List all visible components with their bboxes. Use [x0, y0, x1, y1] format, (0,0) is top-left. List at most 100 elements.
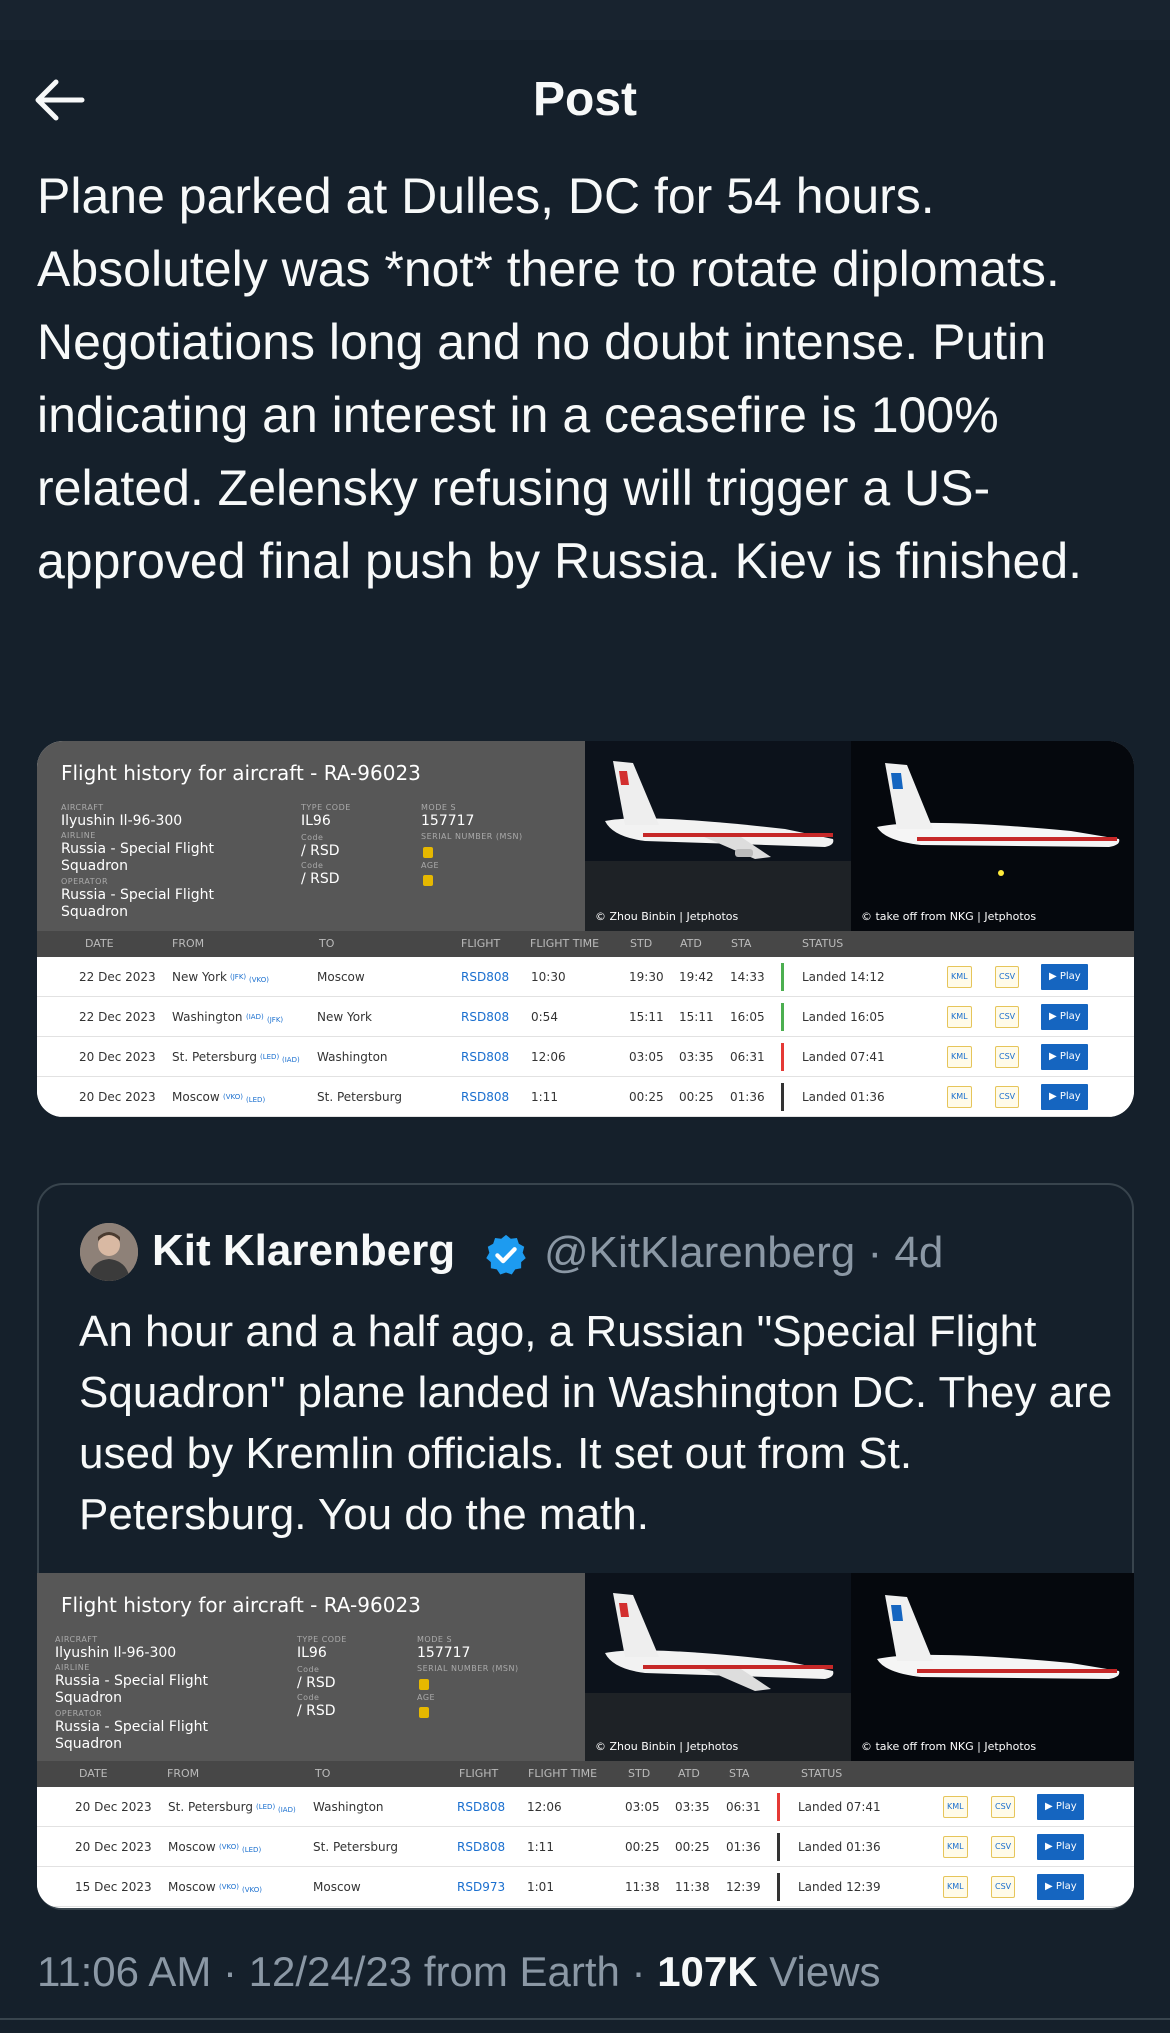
cell-flight[interactable]: RSD808 — [461, 1050, 509, 1064]
play-button[interactable]: ▶ Play — [1037, 1794, 1084, 1820]
cell-from-code: (JFK) — [230, 973, 247, 981]
quoted-image-flight-history[interactable]: Flight history for aircraft - RA-96023 A… — [37, 1573, 1134, 1908]
col-flight-time: FLIGHT TIME — [530, 937, 600, 950]
timestamp[interactable]: 11:06 AM · 12/24/23 from Earth · — [37, 1948, 657, 1995]
operator-value: Russia - Special Flight Squadron — [61, 887, 214, 920]
cell-to: St. Petersburg — [313, 1840, 398, 1854]
top-bar: Post — [0, 50, 1170, 150]
cell-from-code: (LED) — [256, 1803, 276, 1811]
col-from: FROM — [172, 937, 205, 950]
aircraft-photo-2: © take off from NKG | Jetphotos — [851, 1573, 1134, 1761]
table-row[interactable]: 22 Dec 2023 New York (JFK) Moscow (VKO) RSD80… — [37, 957, 1134, 997]
type-code-value: IL96 — [297, 1645, 327, 1661]
kml-button[interactable]: KML — [943, 1796, 968, 1818]
cell-to-code: (IAD) — [278, 1806, 296, 1814]
table-row[interactable]: 15 Dec 2023 Moscow (VKO) Moscow (VKO) RSD973 1… — [37, 1867, 1134, 1907]
photo-caption: © Zhou Binbin | Jetphotos — [595, 910, 739, 923]
cell-std: 00:25 — [629, 1090, 664, 1104]
col-std: STD — [628, 1767, 651, 1780]
cell-atd: 00:25 — [675, 1840, 710, 1854]
cell-status: Landed 01:36 — [798, 1840, 881, 1854]
csv-button[interactable]: CSV — [991, 1876, 1016, 1898]
kml-button[interactable]: KML — [943, 1876, 968, 1898]
aircraft-info-panel: Flight history for aircraft - RA-96023 A… — [37, 1573, 585, 1761]
play-button[interactable]: ▶ Play — [1037, 1874, 1084, 1900]
aircraft-value: Ilyushin Il-96-300 — [55, 1645, 177, 1661]
play-button[interactable]: ▶ Play — [1041, 1084, 1088, 1110]
aircraft-label: AIRCRAFT — [61, 803, 104, 812]
col-flight: FLIGHT — [461, 937, 501, 950]
cell-from: Moscow — [168, 1880, 216, 1894]
operator-label: OPERATOR — [61, 877, 109, 886]
lock-icon — [419, 1679, 429, 1690]
code-value: / RSD — [301, 843, 340, 859]
status-indicator — [777, 1873, 780, 1901]
cell-flight[interactable]: RSD973 — [457, 1880, 505, 1894]
cell-atd: 03:35 — [675, 1800, 710, 1814]
photo-caption: © take off from NKG | Jetphotos — [861, 910, 1037, 923]
kml-button[interactable]: KML — [947, 1086, 972, 1108]
post-text: Plane parked at Dulles, DC for 54 hours.… — [37, 168, 1083, 589]
cell-flight[interactable]: RSD808 — [457, 1800, 505, 1814]
kml-button[interactable]: KML — [947, 1006, 972, 1028]
play-button[interactable]: ▶ Play — [1041, 964, 1088, 990]
cell-to: New York — [317, 1010, 372, 1024]
table-row[interactable]: 20 Dec 2023 St. Petersburg (LED) Washington… — [37, 1037, 1134, 1077]
cell-date: 20 Dec 2023 — [79, 1090, 156, 1104]
serial-label: SERIAL NUMBER (MSN) — [417, 1664, 519, 1673]
flight-history-title: Flight history for aircraft - RA-96023 — [61, 1593, 421, 1617]
cell-flight[interactable]: RSD808 — [461, 970, 509, 984]
code-label: Code — [301, 833, 324, 842]
csv-button[interactable]: CSV — [995, 1046, 1020, 1068]
age-label: AGE — [417, 1693, 436, 1702]
cell-from-code: (LED) — [260, 1053, 280, 1061]
table-row[interactable]: 20 Dec 2023 Moscow (VKO) St. Petersburg (LED… — [37, 1827, 1134, 1867]
table-row[interactable]: 20 Dec 2023 Moscow (VKO) St. Petersburg (LED… — [37, 1077, 1134, 1117]
cell-from-code: (VKO) — [223, 1093, 243, 1101]
views-label: Views — [757, 1948, 881, 1995]
table-row[interactable]: 20 Dec 2023 St. Petersburg (LED) Washington… — [37, 1787, 1134, 1827]
csv-button[interactable]: CSV — [995, 1006, 1020, 1028]
csv-button[interactable]: CSV — [995, 1086, 1020, 1108]
col-flight-time: FLIGHT TIME — [528, 1767, 598, 1780]
csv-button[interactable]: CSV — [995, 966, 1020, 988]
avatar[interactable] — [80, 1223, 138, 1281]
quoted-author-handle: @KitKlarenberg · 4d — [544, 1228, 944, 1277]
cell-to-code: (VKO) — [242, 1886, 262, 1894]
cell-sta: 14:33 — [730, 970, 765, 984]
code-value: / RSD — [297, 1675, 336, 1691]
cell-status: Landed 07:41 — [802, 1050, 885, 1064]
play-button[interactable]: ▶ Play — [1041, 1004, 1088, 1030]
cell-date: 20 Dec 2023 — [75, 1840, 152, 1854]
photo-caption: © take off from NKG | Jetphotos — [861, 1740, 1037, 1753]
play-button[interactable]: ▶ Play — [1037, 1834, 1084, 1860]
cell-flight[interactable]: RSD808 — [461, 1010, 509, 1024]
status-indicator — [781, 963, 784, 991]
flight-history-header: Flight history for aircraft - RA-96023 A… — [37, 1573, 1134, 1761]
divider — [0, 2018, 1170, 2020]
post-meta: 11:06 AM · 12/24/23 from Earth · 107K Vi… — [37, 1948, 881, 1996]
cell-flight[interactable]: RSD808 — [461, 1090, 509, 1104]
table-row[interactable]: 22 Dec 2023 Washington (IAD) New York (JFK) R… — [37, 997, 1134, 1037]
cell-flight-time: 1:01 — [527, 1880, 554, 1894]
aircraft-photo-2: © take off from NKG | Jetphotos — [851, 741, 1134, 931]
csv-button[interactable]: CSV — [991, 1836, 1016, 1858]
col-status: STATUS — [801, 1767, 843, 1780]
kml-button[interactable]: KML — [947, 1046, 972, 1068]
cell-status: Landed 16:05 — [802, 1010, 885, 1024]
cell-from: Moscow — [172, 1090, 220, 1104]
kml-button[interactable]: KML — [943, 1836, 968, 1858]
aircraft-photo-1: © Zhou Binbin | Jetphotos — [585, 1573, 851, 1761]
post-image-flight-history[interactable]: Flight history for aircraft - RA-96023 A… — [37, 741, 1134, 1117]
cell-flight-time: 1:11 — [531, 1090, 558, 1104]
kml-button[interactable]: KML — [947, 966, 972, 988]
csv-button[interactable]: CSV — [991, 1796, 1016, 1818]
play-button[interactable]: ▶ Play — [1041, 1044, 1088, 1070]
col-std: STD — [630, 937, 653, 950]
cell-to-code: (LED) — [246, 1096, 266, 1104]
cell-flight[interactable]: RSD808 — [457, 1840, 505, 1854]
col-status: STATUS — [802, 937, 844, 950]
status-indicator — [777, 1793, 780, 1821]
status-indicator — [781, 1003, 784, 1031]
quoted-author-name[interactable]: Kit Klarenberg — [152, 1226, 455, 1276]
